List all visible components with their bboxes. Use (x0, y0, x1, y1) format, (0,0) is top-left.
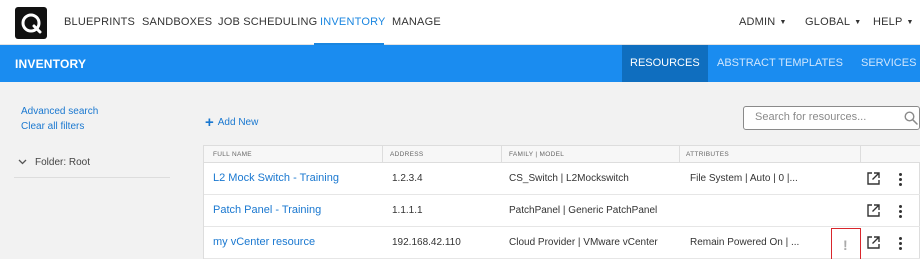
column-header-full-name[interactable]: FULL NAME (213, 151, 252, 158)
folder-selector[interactable]: Folder: Root (18, 157, 90, 168)
resource-attributes: File System | Auto | 0 |... (690, 173, 798, 184)
caret-down-icon: ▼ (779, 19, 787, 26)
nav-manage[interactable]: MANAGE (392, 16, 441, 28)
nav-inventory[interactable]: INVENTORY (320, 16, 386, 28)
open-external-icon[interactable] (866, 235, 881, 253)
column-divider[interactable] (860, 146, 861, 163)
column-divider[interactable] (679, 146, 680, 163)
tab-services[interactable]: SERVICES (853, 45, 920, 82)
column-divider[interactable] (501, 146, 502, 163)
add-new-button[interactable]: + Add New (205, 114, 258, 131)
nav-blueprints[interactable]: BLUEPRINTS (64, 16, 135, 28)
resource-address: 1.2.3.4 (392, 173, 423, 184)
help-menu-label: HELP (873, 16, 903, 28)
section-title: INVENTORY (15, 57, 87, 71)
help-menu[interactable]: HELP ▼ (873, 16, 914, 28)
column-header-attributes[interactable]: ATTRIBUTES (686, 151, 729, 158)
table-header: FULL NAME ADDRESS FAMILY | MODEL ATTRIBU… (204, 146, 920, 163)
table-row[interactable]: my vCenter resource 192.168.42.110 Cloud… (204, 227, 920, 259)
resource-attributes: Remain Powered On | ... (690, 237, 800, 248)
resource-family-model: Cloud Provider | VMware vCenter (509, 237, 658, 248)
resources-table: FULL NAME ADDRESS FAMILY | MODEL ATTRIBU… (203, 145, 920, 259)
advanced-search-link[interactable]: Advanced search (21, 106, 98, 117)
nav-job-scheduling[interactable]: JOB SCHEDULING (218, 16, 317, 28)
search-box[interactable] (743, 106, 920, 130)
divider (14, 177, 170, 178)
search-icon[interactable] (904, 111, 918, 128)
warning-highlight: ! (831, 228, 861, 259)
resource-name-link[interactable]: my vCenter resource (213, 236, 315, 248)
clear-filters-link[interactable]: Clear all filters (21, 121, 84, 132)
global-menu[interactable]: GLOBAL ▼ (805, 16, 861, 28)
more-options-icon[interactable] (899, 205, 903, 220)
global-menu-label: GLOBAL (805, 16, 851, 28)
add-new-label: Add New (217, 117, 259, 128)
tab-abstract-templates[interactable]: ABSTRACT TEMPLATES (709, 45, 851, 82)
caret-down-icon: ▼ (906, 19, 914, 26)
open-external-icon[interactable] (866, 171, 881, 189)
logo-icon (21, 13, 42, 34)
top-navigation-bar: BLUEPRINTS SANDBOXES JOB SCHEDULING INVE… (0, 0, 920, 45)
resource-family-model: PatchPanel | Generic PatchPanel (509, 205, 658, 216)
table-row[interactable]: Patch Panel - Training 1.1.1.1 PatchPane… (204, 195, 920, 227)
tab-resources[interactable]: RESOURCES (622, 45, 708, 82)
resource-family-model: CS_Switch | L2Mockswitch (509, 173, 629, 184)
warning-icon[interactable]: ! (843, 237, 848, 253)
nav-sandboxes[interactable]: SANDBOXES (142, 16, 212, 28)
more-options-icon[interactable] (899, 173, 903, 188)
folder-label: Folder: Root (35, 157, 91, 168)
search-input[interactable] (755, 111, 905, 123)
app-logo[interactable] (15, 7, 47, 39)
resource-name-link[interactable]: L2 Mock Switch - Training (213, 172, 339, 184)
section-header-bar: INVENTORY RESOURCES ABSTRACT TEMPLATES S… (0, 45, 920, 82)
plus-icon: + (205, 114, 214, 131)
open-external-icon[interactable] (866, 203, 881, 221)
admin-menu-label: ADMIN (739, 16, 776, 28)
caret-down-icon: ▼ (854, 19, 862, 26)
column-header-address[interactable]: ADDRESS (390, 151, 424, 158)
table-row[interactable]: L2 Mock Switch - Training 1.2.3.4 CS_Swi… (204, 163, 920, 195)
column-divider[interactable] (382, 146, 383, 163)
column-header-family-model[interactable]: FAMILY | MODEL (509, 151, 564, 158)
resource-address: 1.1.1.1 (392, 205, 423, 216)
admin-menu[interactable]: ADMIN ▼ (739, 16, 787, 28)
resource-name-link[interactable]: Patch Panel - Training (213, 204, 321, 216)
chevron-down-icon (18, 157, 27, 168)
resource-address: 192.168.42.110 (392, 237, 461, 248)
more-options-icon[interactable] (899, 237, 903, 252)
